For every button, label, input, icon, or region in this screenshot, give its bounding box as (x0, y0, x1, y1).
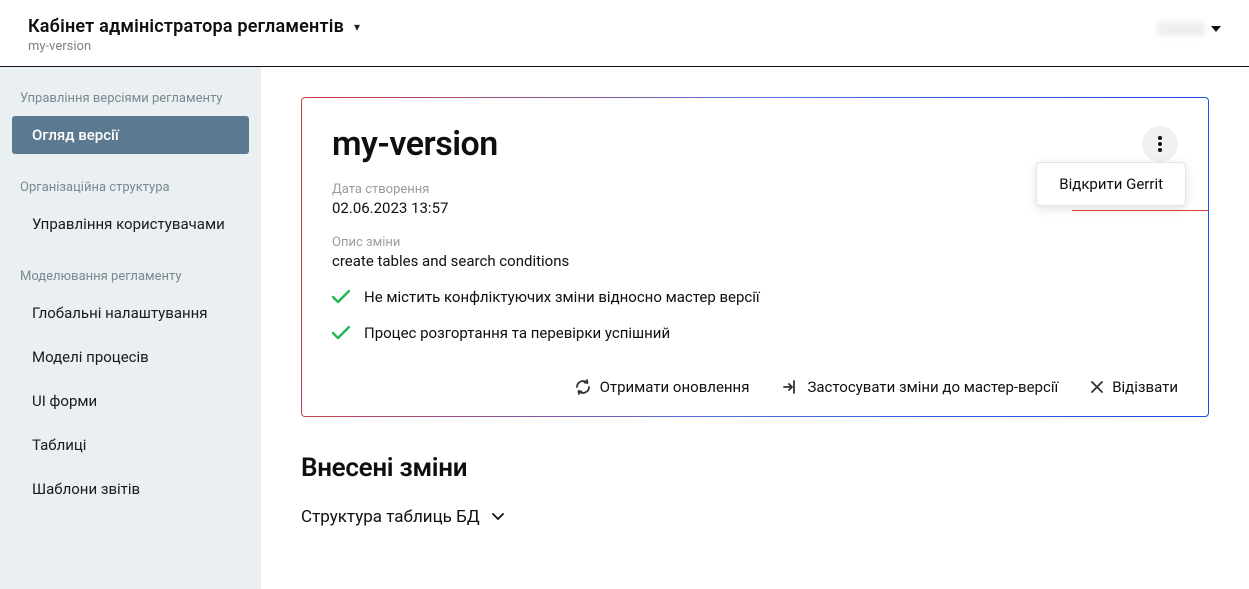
refresh-icon (574, 378, 592, 396)
sidebar: Управління версіями регламенту Огляд вер… (0, 67, 261, 589)
sidebar-item-report-templates[interactable]: Шаблони звітів (12, 470, 249, 508)
apply-icon (781, 378, 799, 396)
close-icon (1090, 380, 1104, 394)
chevron-down-icon (492, 513, 504, 521)
change-desc-label: Опис зміни (332, 235, 1178, 250)
sidebar-item-process-models[interactable]: Моделі процесів (12, 338, 249, 376)
user-caret-icon (1211, 26, 1221, 32)
apply-button[interactable]: Застосувати зміни до мастер-версії (781, 378, 1058, 396)
sidebar-item-tables[interactable]: Таблиці (12, 426, 249, 464)
app-title: Кабінет адміністратора регламентів (28, 16, 344, 37)
title-caret-icon[interactable]: ▾ (354, 20, 360, 34)
more-menu-popover[interactable]: Відкрити Gerrit (1036, 162, 1186, 206)
popover-underline (1072, 210, 1208, 211)
change-desc-value: create tables and search conditions (332, 252, 1178, 270)
check-icon (332, 290, 350, 304)
user-menu[interactable] (1157, 22, 1221, 36)
recall-button[interactable]: Відізвати (1090, 378, 1178, 396)
app-header: Кабінет адміністратора регламентів ▾ my-… (0, 0, 1249, 67)
sidebar-section-versions: Управління версіями регламенту (0, 85, 261, 116)
sidebar-section-org: Організаційна структура (0, 174, 261, 205)
user-label-blurred (1157, 22, 1205, 36)
header-left: Кабінет адміністратора регламентів ▾ my-… (28, 16, 360, 54)
sidebar-item-users[interactable]: Управління користувачами (12, 205, 249, 243)
app-subtitle: my-version (28, 39, 360, 54)
sidebar-section-modeling: Моделювання регламенту (0, 263, 261, 294)
db-tables-collapser[interactable]: Структура таблиць БД (301, 507, 1209, 527)
kebab-icon (1158, 136, 1162, 152)
collapser-label: Структура таблиць БД (301, 507, 480, 527)
check-icon (332, 326, 350, 340)
main-content: my-version Відкрити Gerrit Дата створенн… (261, 67, 1249, 589)
action-label: Отримати оновлення (600, 378, 750, 396)
card-actions: Отримати оновлення Застосувати зміни до … (332, 370, 1178, 396)
refresh-button[interactable]: Отримати оновлення (574, 378, 750, 396)
status-deploy-ok: Процес розгортання та перевірки успішний (332, 324, 1178, 342)
status-text: Не містить конфліктуючих зміни відносно … (364, 288, 760, 306)
sidebar-item-global-settings[interactable]: Глобальні налаштування (12, 294, 249, 332)
sidebar-item-ui-forms[interactable]: UI форми (12, 382, 249, 420)
sidebar-item-version-overview[interactable]: Огляд версії (12, 116, 249, 154)
popover-item-open-gerrit[interactable]: Відкрити Gerrit (1059, 175, 1163, 193)
version-title: my-version (332, 124, 498, 164)
action-label: Застосувати зміни до мастер-версії (807, 378, 1058, 396)
changes-section-title: Внесені зміни (301, 453, 1209, 483)
action-label: Відізвати (1112, 378, 1178, 396)
status-no-conflicts: Не містить конфліктуючих зміни відносно … (332, 288, 1178, 306)
version-card: my-version Відкрити Gerrit Дата створенн… (301, 97, 1209, 417)
more-menu-button[interactable] (1142, 126, 1178, 162)
status-text: Процес розгортання та перевірки успішний (364, 324, 670, 342)
